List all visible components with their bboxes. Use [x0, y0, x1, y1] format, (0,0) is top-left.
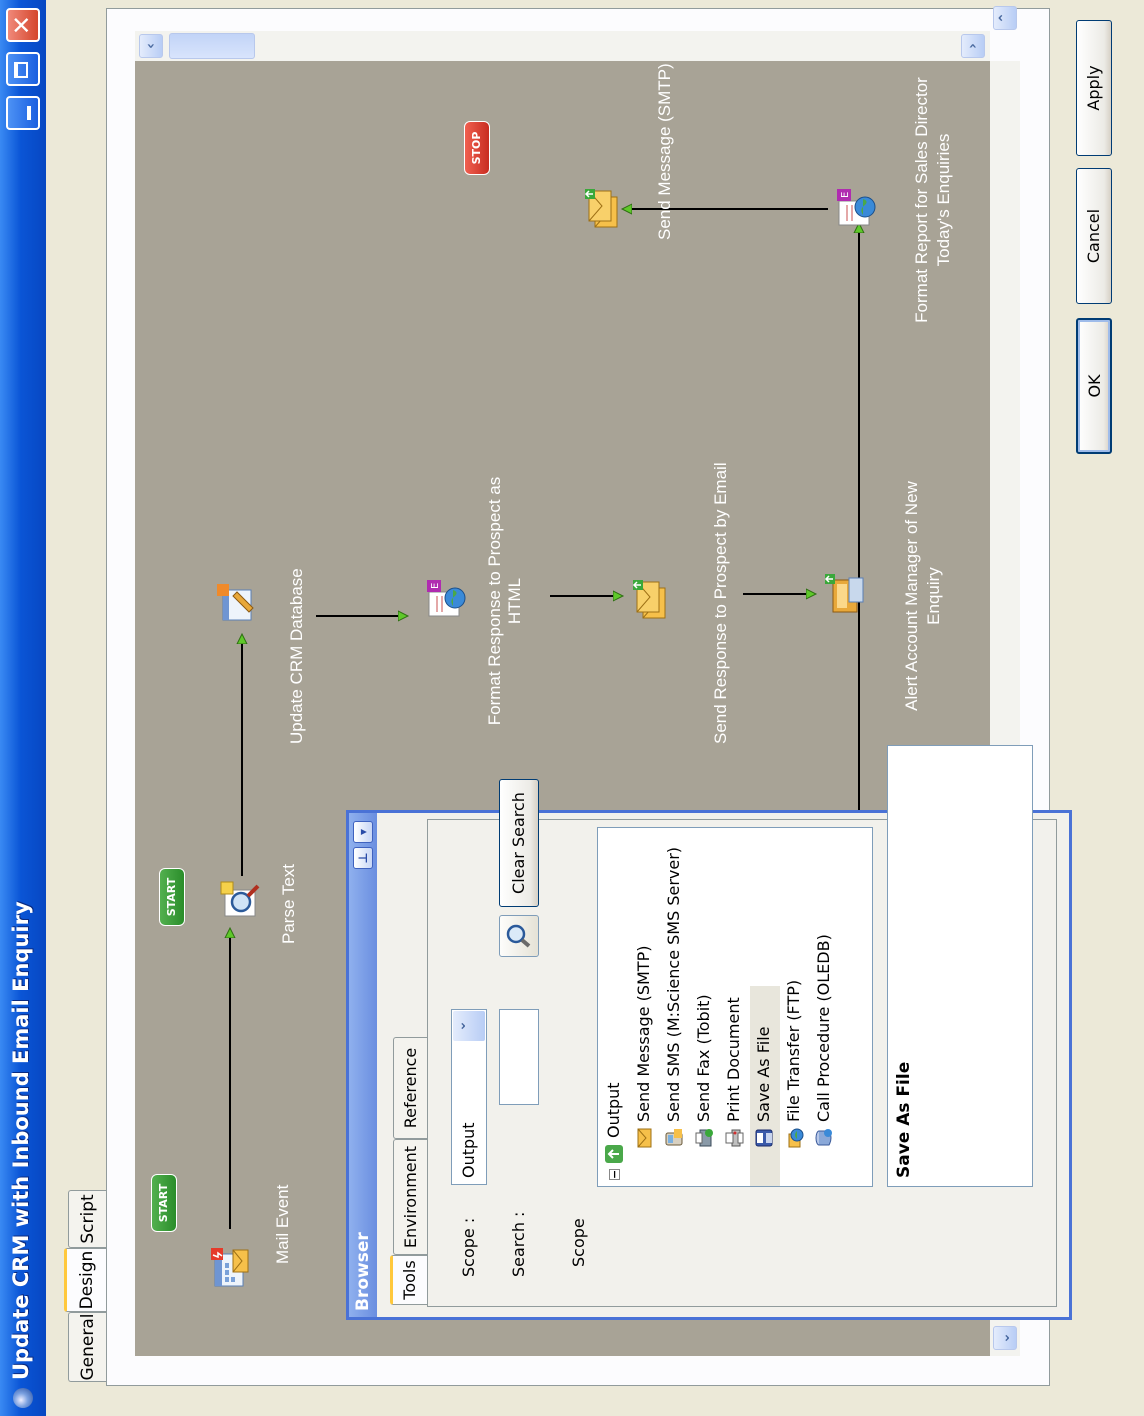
- maximize-button[interactable]: [6, 52, 40, 86]
- parse-text-icon[interactable]: [219, 878, 263, 922]
- search-input[interactable]: [499, 1009, 539, 1105]
- description-title: Save As File: [894, 1061, 914, 1178]
- node-label-parse-text: Parse Text: [279, 863, 298, 944]
- title-bar[interactable]: Update CRM with Inbound Email Enquiry ✕: [0, 0, 46, 1416]
- tree-item[interactable]: Print Document: [720, 856, 750, 1186]
- search-icon: [506, 924, 531, 948]
- canvas-horizontal-scrollbar[interactable]: ‹ ›: [135, 31, 990, 61]
- node-label-line: Today's Enquiries: [934, 133, 953, 267]
- tree-item[interactable]: Send SMS (M:Science SMS Server): [660, 846, 690, 1186]
- node-label-line: Format Report for Sales Director: [912, 77, 931, 323]
- node-label-format-response: Format Response to Prospect as HTML: [485, 436, 525, 766]
- browser-header[interactable]: Browser ⊥ ▾: [349, 813, 377, 1317]
- node-label-send-message: Send Message (SMTP): [655, 63, 674, 240]
- tree-item[interactable]: Call Procedure (OLEDB): [810, 856, 840, 1186]
- sms-icon: [664, 1128, 684, 1148]
- tree-root-label: Output: [604, 1082, 623, 1138]
- envelope-icon: [634, 1128, 654, 1148]
- clear-search-button[interactable]: Clear Search: [499, 779, 539, 907]
- collapse-icon[interactable]: −: [608, 1169, 621, 1180]
- database-icon: [814, 1128, 834, 1148]
- start-badge: START: [159, 868, 185, 926]
- html-format-icon[interactable]: E: [835, 187, 879, 231]
- minimize-button[interactable]: [6, 96, 40, 130]
- description-box: Save As File: [887, 745, 1033, 1187]
- tree-item-label: Save As File: [754, 1026, 773, 1123]
- tab-general[interactable]: General: [68, 1312, 106, 1382]
- node-label-update-crm: Update CRM Database: [287, 568, 306, 744]
- pin-icon[interactable]: ⊥: [353, 847, 373, 869]
- browser-title: Browser: [353, 1232, 373, 1311]
- node-label-line: Enquiry: [924, 567, 943, 625]
- tree-root[interactable]: − Output: [600, 856, 630, 1186]
- ok-button[interactable]: OK: [1076, 318, 1112, 454]
- mail-event-icon[interactable]: [209, 1246, 253, 1290]
- scope-select-value: Output: [459, 1122, 478, 1178]
- output-folder-icon: [604, 1144, 624, 1164]
- node-label-line: Alert Account Manager of New: [902, 481, 921, 711]
- tree-item-label: Send Fax (Tobit): [694, 994, 713, 1122]
- node-label-line: Format Response to Prospect as: [485, 476, 504, 726]
- close-button[interactable]: ✕: [6, 8, 40, 42]
- floppy-icon: [754, 1128, 774, 1148]
- browser-panel: Browser ⊥ ▾ Tools Environment Reference …: [346, 745, 1072, 1320]
- tree-item-label: Print Document: [724, 997, 743, 1122]
- scroll-up-button[interactable]: ⌃: [993, 6, 1017, 30]
- fax-icon: [694, 1128, 714, 1148]
- apply-button[interactable]: Apply: [1076, 20, 1112, 156]
- database-update-icon[interactable]: [215, 582, 259, 626]
- tab-script[interactable]: Script: [68, 1190, 106, 1248]
- search-button[interactable]: [499, 915, 539, 957]
- scroll-right-button[interactable]: ›: [961, 34, 985, 58]
- alert-icon[interactable]: [823, 572, 867, 616]
- tab-reference[interactable]: Reference: [393, 1037, 427, 1139]
- node-label-send-response: Send Response to Prospect by Email: [711, 462, 730, 744]
- tab-tools[interactable]: Tools: [390, 1255, 428, 1305]
- search-label: Search :: [509, 1211, 528, 1277]
- ftp-icon: [784, 1128, 804, 1148]
- svg-text:E: E: [430, 583, 441, 589]
- node-label-format-report: Format Report for Sales Director Today's…: [911, 40, 955, 360]
- svg-text:E: E: [840, 192, 851, 198]
- dialog-window: Update CRM with Inbound Email Enquiry ✕ …: [0, 0, 1144, 1416]
- tree-item-label: Send Message (SMTP): [634, 945, 653, 1122]
- node-label-mail-event: Mail Event: [273, 1184, 292, 1264]
- scope-select[interactable]: Output ⌄: [451, 1009, 487, 1185]
- scope-label: Scope :: [459, 1217, 478, 1277]
- printer-icon: [724, 1128, 744, 1148]
- tree-item[interactable]: Send Fax (Tobit): [690, 856, 720, 1186]
- tab-environment[interactable]: Environment: [393, 1139, 427, 1255]
- stop-badge: STOP: [464, 121, 490, 175]
- tree-item-selected[interactable]: Save As File: [750, 986, 780, 1186]
- scroll-down-button[interactable]: ⌄: [993, 1326, 1017, 1350]
- tree-item-label: File Transfer (FTP): [784, 979, 803, 1122]
- scroll-thumb[interactable]: [169, 33, 255, 59]
- tree-item[interactable]: File Transfer (FTP): [780, 856, 810, 1186]
- node-label-line: HTML: [505, 577, 524, 625]
- chevron-down-icon[interactable]: ⌄: [453, 1011, 485, 1041]
- send-email-icon[interactable]: [631, 578, 675, 622]
- tools-tree[interactable]: − Output Send Message (SMTP) Send SMS (M…: [597, 827, 873, 1187]
- window-title: Update CRM with Inbound Email Enquiry: [9, 901, 33, 1380]
- start-badge: START: [151, 1174, 177, 1232]
- dropdown-icon[interactable]: ▾: [353, 821, 373, 843]
- cancel-button[interactable]: Cancel: [1076, 168, 1112, 304]
- scroll-left-button[interactable]: ‹: [139, 34, 163, 58]
- tree-item[interactable]: Send Message (SMTP): [630, 856, 660, 1186]
- tree-header: Scope: [569, 1218, 588, 1267]
- html-format-icon[interactable]: E: [425, 578, 469, 622]
- tab-design[interactable]: Design: [64, 1248, 108, 1312]
- app-icon: [13, 1388, 33, 1408]
- node-label-alert-manager: Alert Account Manager of New Enquiry: [901, 436, 945, 756]
- send-email-icon[interactable]: [583, 187, 627, 231]
- tree-item-label: Send SMS (M:Science SMS Server): [664, 846, 683, 1122]
- tree-item-label: Call Procedure (OLEDB): [814, 934, 833, 1122]
